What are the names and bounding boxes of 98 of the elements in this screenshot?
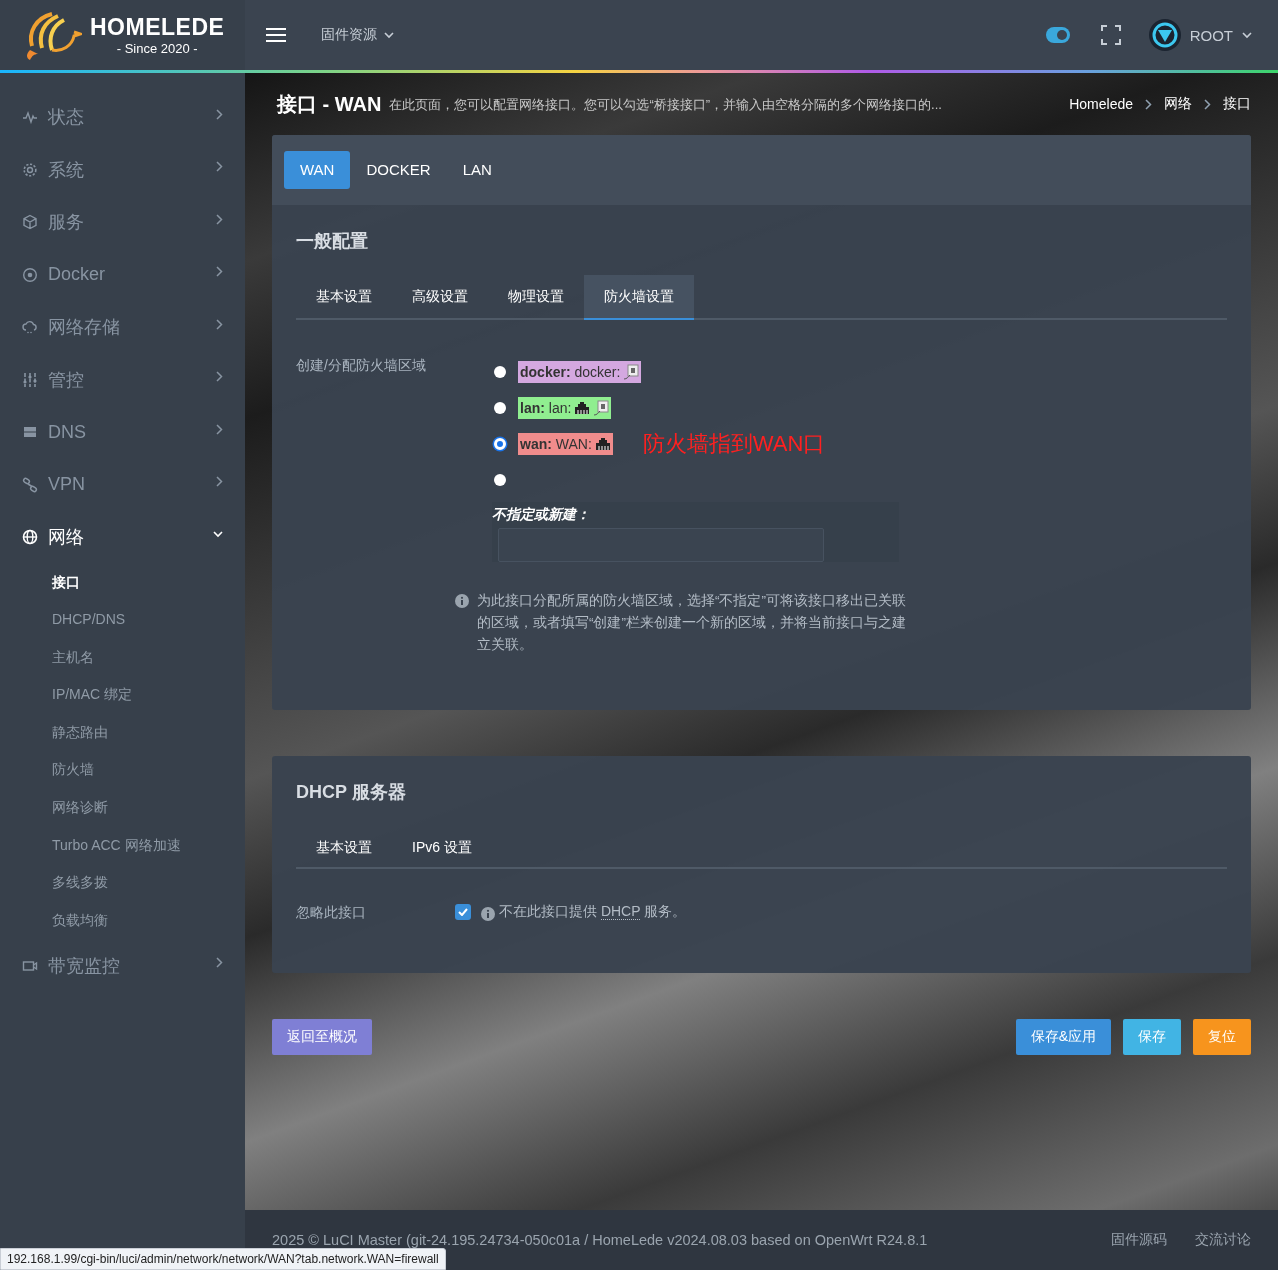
sidebar-item[interactable]: 状态	[0, 91, 245, 144]
footer-link[interactable]: 固件源码	[1111, 1231, 1167, 1249]
sidebar-subitem[interactable]: DHCP/DNS	[0, 601, 245, 639]
fullscreen-icon[interactable]	[1100, 25, 1121, 45]
sidebar-item[interactable]: 服务	[0, 196, 245, 249]
back-button[interactable]: 返回至概况	[272, 1019, 372, 1055]
section-tab[interactable]: 基本设置	[296, 826, 392, 869]
help-text: 不在此接口提供 DHCP 服务。	[499, 903, 687, 921]
cube-icon	[22, 214, 38, 231]
chevron-right-icon	[216, 957, 223, 969]
chevron-down-icon	[213, 530, 223, 538]
chevron-right-icon	[1204, 98, 1211, 110]
footer-text: 2025 © LuCI Master (git-24.195.24734-050c01a / HomeLede v2024.08.03 based on OpenWrt R24.8.1	[272, 1232, 928, 1248]
breadcrumb-link[interactable]: Homelede	[1069, 96, 1133, 112]
chevron-down-icon	[384, 31, 394, 39]
zone-tag[interactable]: lan: lan:	[518, 397, 612, 419]
ethernet-port-icon	[594, 437, 611, 451]
section-title: DHCP 服务器	[296, 781, 407, 804]
sidebar-item[interactable]: VPN	[0, 458, 245, 511]
zone-label: wan: WAN:	[520, 436, 592, 452]
checkbox[interactable]	[455, 904, 471, 920]
chevron-right-icon	[216, 371, 223, 383]
apply-button[interactable]: 保存&应用	[1015, 1019, 1111, 1055]
section-tab[interactable]: IPv6 设置	[392, 826, 492, 869]
chevron-right-icon	[216, 161, 223, 173]
zone-label: lan: lan:	[520, 400, 572, 416]
footer-link[interactable]: 交流讨论	[1195, 1231, 1251, 1249]
sidebar-subitem[interactable]: 接口	[0, 563, 245, 602]
interface-tab[interactable]: LAN	[446, 151, 508, 189]
settings-icon	[22, 161, 38, 178]
save-button[interactable]: 保存	[1123, 1019, 1181, 1055]
radio-button[interactable]	[494, 438, 506, 450]
zone-tag[interactable]: wan: WAN:	[518, 433, 613, 455]
chevron-down-icon	[1242, 31, 1252, 39]
network-plug-icon	[623, 364, 640, 380]
firmware-menu[interactable]: 固件资源	[321, 26, 394, 44]
sidebar-subitem[interactable]: 静态路由	[0, 713, 245, 752]
field-label: 创建/分配防火墙区域	[296, 356, 427, 375]
globe-icon	[22, 529, 38, 546]
chevron-right-icon	[216, 318, 223, 330]
sidebar-item[interactable]: 管控	[0, 353, 245, 406]
sidebar-item[interactable]: 系统	[0, 143, 245, 196]
theme-toggle[interactable]	[1045, 27, 1070, 43]
sliders-icon	[22, 371, 38, 388]
page-description: 在此页面，您可以配置网络接口。您可以勾选“桥接接口”，并输入由空格分隔的多个网络接口的...	[389, 96, 943, 114]
section-tab[interactable]: 防火墙设置	[584, 275, 694, 320]
breadcrumb-link[interactable]: 网络	[1164, 95, 1192, 113]
sidebar-subitem[interactable]: 网络诊断	[0, 789, 245, 827]
sidebar-subitem[interactable]: 主机名	[0, 638, 245, 677]
info-icon	[481, 907, 495, 921]
chevron-right-icon	[216, 266, 223, 278]
sidebar-item[interactable]: 网络存储	[0, 301, 245, 354]
network-plug-icon	[593, 400, 610, 416]
chevron-right-icon	[216, 213, 223, 225]
page-title: 接口 - WAN	[277, 91, 382, 117]
status-url-tooltip: 192.168.1.99/cgi-bin/luci/admin/network/network/WAN?tab.network.WAN=firewall	[0, 1248, 446, 1270]
logo-subtitle: - Since 2020 -	[116, 41, 198, 55]
section-tab[interactable]: 高级设置	[392, 275, 488, 318]
link-icon	[22, 476, 38, 493]
sidebar-subitem[interactable]: 多线多拨	[0, 864, 245, 902]
chevron-right-icon	[216, 423, 223, 435]
logo-title: HOMELEDE	[90, 15, 225, 39]
section-title: 一般配置	[296, 230, 369, 253]
menu-icon[interactable]	[265, 27, 287, 43]
user-menu[interactable]: ROOT	[1148, 19, 1252, 51]
radio-button[interactable]	[494, 366, 506, 378]
sidebar-item[interactable]: 网络	[0, 511, 245, 564]
chevron-right-icon	[216, 108, 223, 120]
sidebar-subitem[interactable]: Turbo ACC 网络加速	[0, 826, 245, 865]
sidebar-subitem[interactable]: 负载均衡	[0, 901, 245, 940]
sidebar-item[interactable]: Docker	[0, 248, 245, 301]
help-text: 为此接口分配所属的防火墙区域，选择“不指定”可将该接口移出已关联的区域，或者填写“创建”栏来创建一个新的区域，并将当前接口与之建立关联。	[477, 592, 907, 654]
section-tab[interactable]: 基本设置	[296, 275, 392, 318]
cloud-icon	[22, 319, 38, 336]
pulse-icon	[22, 109, 38, 126]
target-icon	[22, 266, 38, 283]
chevron-right-icon	[1145, 98, 1152, 110]
zone-label: docker: docker:	[520, 364, 621, 380]
avatar-icon	[1148, 19, 1181, 51]
breadcrumb-link[interactable]: 接口	[1223, 95, 1251, 113]
custom-zone-label: 不指定或新建：	[492, 506, 591, 524]
interface-tab[interactable]: DOCKER	[350, 151, 447, 189]
sidebar-subitem[interactable]: 防火墙	[0, 751, 245, 790]
zone-tag[interactable]: docker: docker:	[518, 361, 642, 383]
annotation-text: 防火墙指到WAN口	[642, 430, 826, 458]
radio-button[interactable]	[494, 474, 506, 486]
info-icon	[455, 594, 469, 608]
checkmark-icon	[458, 908, 468, 916]
radio-button[interactable]	[494, 402, 506, 414]
ethernet-port-icon	[574, 401, 591, 415]
sidebar-item[interactable]: DNS	[0, 406, 245, 459]
sidebar-subitem[interactable]: IP/MAC 绑定	[0, 676, 245, 714]
sidebar-item[interactable]: 带宽监控	[0, 939, 245, 992]
reset-button[interactable]: 复位	[1193, 1019, 1251, 1055]
chevron-right-icon	[216, 476, 223, 488]
section-tab[interactable]: 物理设置	[488, 275, 584, 318]
field-label: 忽略此接口	[296, 903, 367, 922]
interface-tab[interactable]: WAN	[284, 151, 351, 189]
